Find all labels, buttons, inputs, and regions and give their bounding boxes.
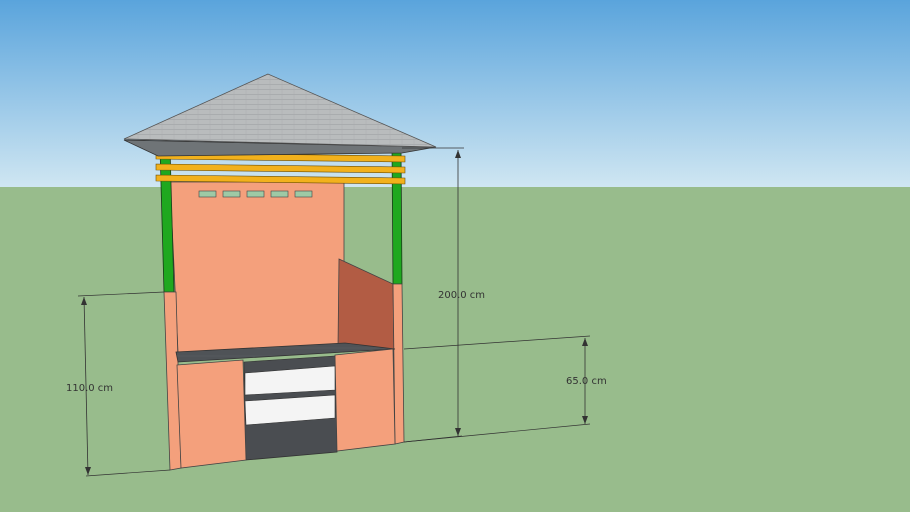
vent-slots [198,190,313,198]
vent-slot [294,190,313,198]
back-wall [169,181,345,353]
counter-left-block [176,359,247,469]
dimension-label: 200.0 cm [438,290,485,301]
vent-slot [246,190,265,198]
vent-slot [270,190,289,198]
model-viewport[interactable]: 200.0 cm 110.0 cm 65.0 cm [0,0,910,512]
sky [0,0,910,187]
dimension-label: 110.0 cm [66,383,113,394]
counter-right-block [334,348,396,452]
roof-rails [155,152,406,185]
vent-slot [222,190,241,198]
dimension-label: 65.0 cm [566,376,607,387]
vent-slot [198,190,217,198]
ground [0,187,910,512]
